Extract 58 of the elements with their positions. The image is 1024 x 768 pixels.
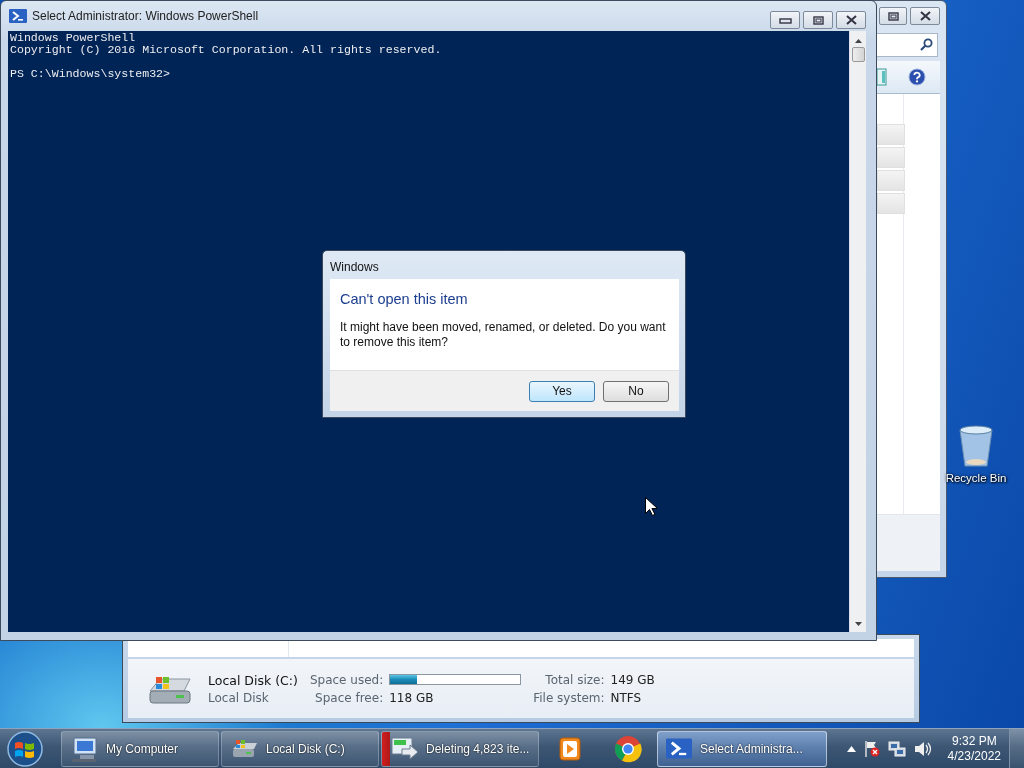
chevron-up-icon[interactable] <box>846 745 856 752</box>
taskbar-label: Select Administra... <box>700 741 803 756</box>
taskbar-label: My Computer <box>106 741 179 756</box>
icon-label[interactable]: Recycle Bin <box>945 472 1007 484</box>
scroll-down-icon[interactable] <box>854 622 862 626</box>
close-icon <box>844 15 858 25</box>
close-button[interactable] <box>910 7 940 25</box>
field-value: 149 GB <box>610 672 655 687</box>
field-label: File system: <box>533 690 605 705</box>
taskbar-label: Deleting 4,823 ite... <box>426 741 530 756</box>
network-icon[interactable] <box>887 739 906 758</box>
help-icon[interactable] <box>908 68 926 86</box>
dialog-heading: Can't open this item <box>340 291 469 307</box>
console-line: Windows PowerShell <box>10 32 137 44</box>
dialog-message: It might have been moved, renamed, or deleted. Do you want to remove this item? <box>340 320 667 350</box>
start-button[interactable] <box>5 728 45 768</box>
scrollbar[interactable] <box>849 31 866 632</box>
prompt-icon <box>8 7 28 25</box>
prompt-icon <box>666 738 692 759</box>
flag-icon[interactable] <box>863 739 880 758</box>
dialog-button[interactable]: Yes <box>529 380 595 402</box>
dialog-button[interactable]: No <box>603 380 669 402</box>
maximize-button[interactable] <box>879 7 907 25</box>
window-title: Select Administrator: Windows PowerShell <box>32 9 260 23</box>
field-label: Space used: <box>309 672 384 687</box>
taskbar-button[interactable]: My Computer <box>61 730 219 767</box>
dialog-title: Windows <box>330 259 380 276</box>
console-line: Copyright (C) 2016 Microsoft Corporation. All rights reserved. <box>10 44 443 56</box>
close-button[interactable] <box>836 11 866 29</box>
taskbar-label: Local Disk (C:) <box>266 741 345 756</box>
maximize-icon <box>812 15 824 25</box>
field-value: 118 GB <box>389 690 435 705</box>
maximize-button[interactable] <box>803 11 833 29</box>
mouse-pointer-icon <box>645 497 657 516</box>
round-logo-icon <box>614 734 642 763</box>
minimize-button[interactable] <box>770 11 800 29</box>
close-icon <box>918 11 932 21</box>
speaker-icon[interactable] <box>913 740 932 757</box>
clock-time: 9:32 PM <box>950 733 998 749</box>
console-line: PS C:\Windows\system32> <box>10 68 172 80</box>
minimize-icon <box>778 16 792 24</box>
taskbar-button[interactable]: Select Administra... <box>657 730 827 767</box>
scroll-up-icon[interactable] <box>854 39 862 43</box>
drive-name: Local Disk (C:) <box>208 672 298 688</box>
field-value: NTFS <box>610 690 643 705</box>
taskbar-button[interactable]: Deleting 4,823 ite... <box>381 730 539 767</box>
taskbar-button[interactable]: Local Disk (C:) <box>221 730 379 767</box>
field-label: Space free: <box>314 690 384 705</box>
recycle-bin-icon[interactable] <box>956 422 996 470</box>
computer-icon <box>70 734 98 763</box>
field-label: Total size: <box>544 672 605 687</box>
scroll-thumb[interactable] <box>851 47 865 62</box>
clock-date: 4/23/2022 <box>947 748 1001 764</box>
maximize-icon <box>887 11 899 21</box>
play-icon <box>556 734 584 763</box>
drive-type: Local Disk <box>208 690 270 705</box>
search-icon <box>919 38 933 52</box>
clock[interactable]: 9:32 PM 4/23/2022 <box>947 733 1001 764</box>
